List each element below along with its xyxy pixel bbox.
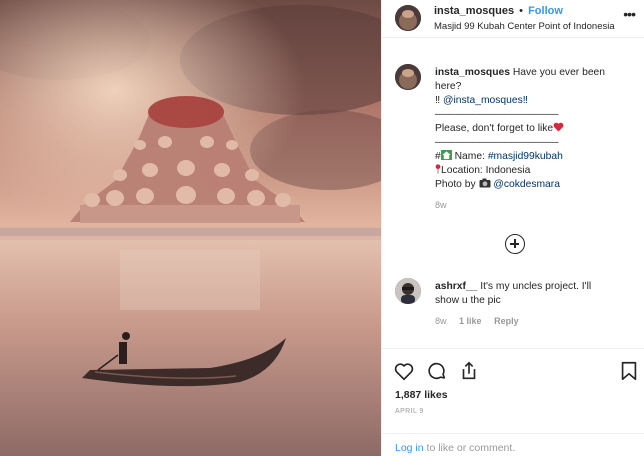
caption-name-label: Name:: [454, 151, 485, 162]
caption-text: insta_mosques Have you ever been here? ‼…: [435, 66, 635, 212]
bookmark-icon[interactable]: [618, 360, 640, 382]
caption-line1: Have you ever been: [512, 67, 606, 78]
header-separator: •: [519, 5, 524, 17]
load-more-comments-button[interactable]: [505, 234, 525, 254]
caption-photo-by-label: Photo by: [435, 179, 476, 190]
caption-username[interactable]: insta_mosques: [435, 67, 510, 78]
login-prompt-text: to like or comment.: [426, 442, 516, 454]
comment-text: ashrxf__ It's my uncles project. I'll sh…: [435, 280, 635, 328]
likes-count[interactable]: 1,887 likes: [395, 389, 448, 401]
comment-icon[interactable]: [426, 360, 448, 382]
caption-timestamp[interactable]: 8w: [435, 200, 447, 210]
avatar[interactable]: [395, 64, 421, 90]
house-icon: [440, 150, 452, 160]
heart-icon[interactable]: [393, 360, 415, 382]
follow-button[interactable]: Follow: [528, 5, 563, 17]
hashtag-link[interactable]: #masjid99kubah: [488, 151, 563, 162]
comment-line1: It's my uncles project. I'll: [480, 281, 592, 292]
post-header: insta_mosques • Follow Masjid 99 Kubah C…: [382, 0, 644, 38]
post-photo[interactable]: [0, 0, 381, 456]
post-side-panel: insta_mosques • Follow Masjid 99 Kubah C…: [381, 0, 644, 456]
location-link[interactable]: Masjid 99 Kubah Center Point of Indonesi…: [434, 21, 615, 32]
comment-line2: show u the pic: [435, 295, 501, 306]
comment-likes[interactable]: 1 like: [459, 316, 482, 326]
post-date: APRIL 9: [395, 408, 424, 415]
header-username[interactable]: insta_mosques: [434, 5, 514, 17]
mosque-lake-image: [0, 0, 381, 456]
comment-timestamp[interactable]: 8w: [435, 316, 447, 326]
comment-username[interactable]: ashrxf__: [435, 281, 477, 292]
caption-like-request: Please, don't forget to like: [435, 123, 554, 134]
login-prompt: Log in to like or comment.: [382, 433, 644, 456]
caption-divider: ————————————: [435, 109, 559, 120]
post-actions: 1,887 likes APRIL 9 Log in to like or co…: [382, 348, 644, 454]
caption-location-line: Location: Indonesia: [441, 165, 531, 176]
caption-line2: here?: [435, 81, 462, 92]
login-link[interactable]: Log in: [395, 442, 424, 454]
share-icon[interactable]: [458, 360, 480, 382]
reply-button[interactable]: Reply: [494, 316, 519, 326]
mention-link[interactable]: @insta_mosques‼: [443, 95, 528, 106]
caption-line3-prefix: ‼: [435, 95, 441, 106]
caption-divider: ————————————: [435, 137, 559, 148]
ellipsis-icon[interactable]: •••: [623, 6, 636, 22]
avatar[interactable]: [395, 5, 421, 31]
camera-icon: [479, 178, 491, 188]
avatar[interactable]: [395, 278, 421, 304]
heart-icon: [553, 122, 564, 132]
header-user-line: insta_mosques • Follow: [434, 5, 563, 17]
mention-link[interactable]: @cokdesmara: [493, 179, 560, 190]
